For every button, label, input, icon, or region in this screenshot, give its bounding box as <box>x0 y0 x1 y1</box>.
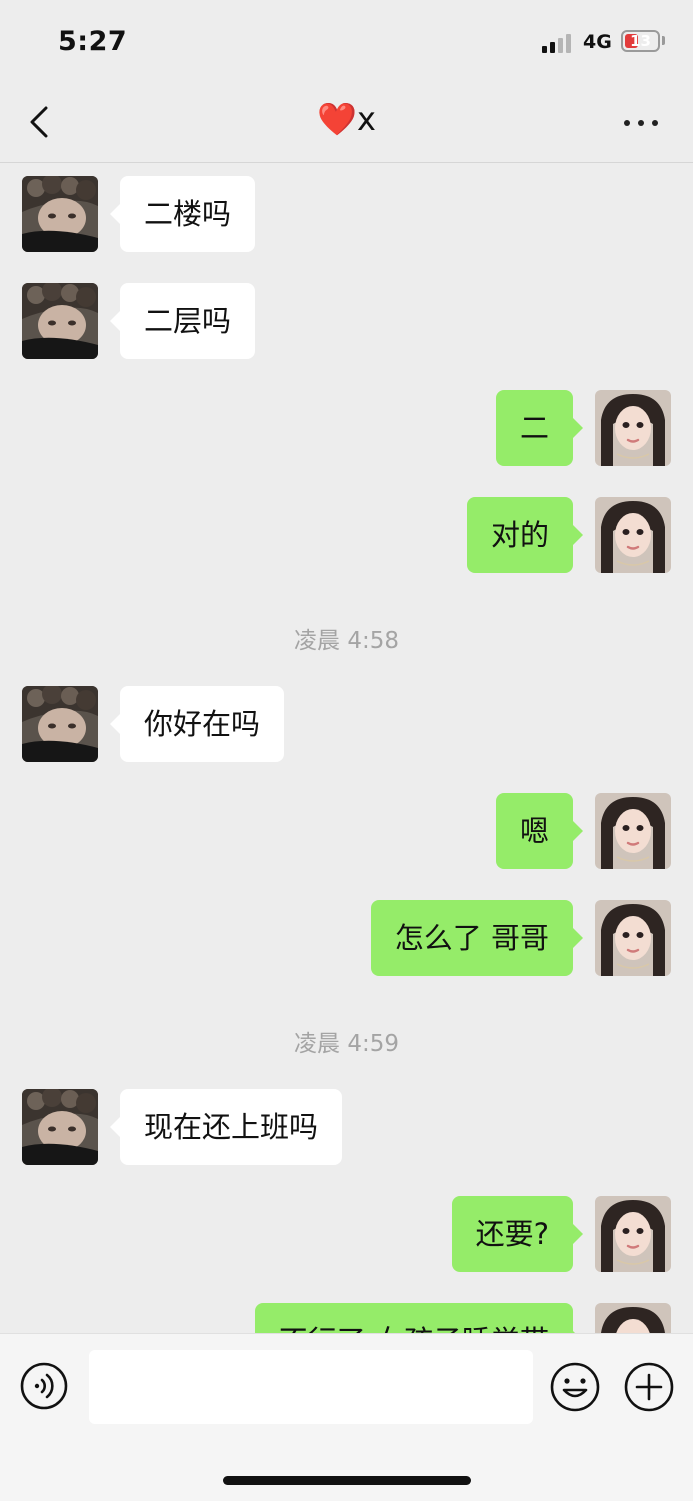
incoming-message-bubble[interactable]: 现在还上班吗 <box>109 1089 343 1165</box>
outgoing-message-bubble[interactable]: 嗯 <box>495 793 584 869</box>
message-row: 二 <box>0 390 693 466</box>
my-avatar[interactable] <box>595 497 671 573</box>
message-row: 二层吗 <box>0 283 693 359</box>
message-row: 二楼吗 <box>0 176 693 252</box>
message-row: 不行了 女孩子睡觉带 <box>0 1303 693 1333</box>
contact-avatar[interactable] <box>22 1089 98 1165</box>
cellular-signal-icon <box>542 33 576 53</box>
my-avatar[interactable] <box>595 1303 671 1333</box>
message-row: 怎么了 哥哥 <box>0 900 693 976</box>
battery-tip <box>662 36 665 45</box>
home-indicator[interactable] <box>223 1476 471 1485</box>
message-row: 现在还上班吗 <box>0 1089 693 1165</box>
status-bar: 5:27 4G 13 <box>0 0 693 80</box>
chat-header: ❤️x <box>0 80 693 163</box>
status-time: 5:27 <box>58 26 128 57</box>
incoming-message-bubble[interactable]: 二层吗 <box>109 283 256 359</box>
voice-button[interactable] <box>20 1362 68 1410</box>
plus-icon <box>624 1362 674 1412</box>
battery-level: 13 <box>630 32 651 50</box>
message-row: 你好在吗 <box>0 686 693 762</box>
more-functions-button[interactable] <box>624 1362 674 1412</box>
message-input[interactable] <box>89 1350 533 1424</box>
contact-avatar[interactable] <box>22 176 98 252</box>
outgoing-message-bubble[interactable]: 二 <box>495 390 584 466</box>
outgoing-message-bubble[interactable]: 对的 <box>466 497 584 573</box>
emoji-icon <box>550 1362 600 1412</box>
contact-avatar[interactable] <box>22 686 98 762</box>
voice-icon <box>20 1362 68 1410</box>
outgoing-message-bubble[interactable]: 不行了 女孩子睡觉带 <box>254 1303 584 1333</box>
incoming-message-bubble[interactable]: 二楼吗 <box>109 176 256 252</box>
battery-icon: 13 <box>621 30 660 52</box>
message-row: 还要? <box>0 1196 693 1272</box>
my-avatar[interactable] <box>595 390 671 466</box>
message-timestamp: 凌晨 4:59 <box>294 1031 399 1057</box>
input-bar <box>0 1333 693 1501</box>
incoming-message-bubble[interactable]: 你好在吗 <box>109 686 285 762</box>
my-avatar[interactable] <box>595 1196 671 1272</box>
my-avatar[interactable] <box>595 900 671 976</box>
contact-avatar[interactable] <box>22 283 98 359</box>
network-type: 4G <box>583 31 612 53</box>
message-row: 嗯 <box>0 793 693 869</box>
message-row: 对的 <box>0 497 693 573</box>
my-avatar[interactable] <box>595 793 671 869</box>
outgoing-message-bubble[interactable]: 怎么了 哥哥 <box>370 900 584 976</box>
more-button[interactable] <box>618 108 664 136</box>
emoji-button[interactable] <box>550 1362 600 1412</box>
chat-title: ❤️x <box>317 100 376 138</box>
outgoing-message-bubble[interactable]: 还要? <box>451 1196 584 1272</box>
message-timestamp: 凌晨 4:58 <box>294 628 399 654</box>
chat-area[interactable]: 二楼吗 二层吗 二 对的 凌晨 4:58 你好在吗 嗯 怎么了 哥哥 凌晨 4:… <box>0 163 693 1333</box>
